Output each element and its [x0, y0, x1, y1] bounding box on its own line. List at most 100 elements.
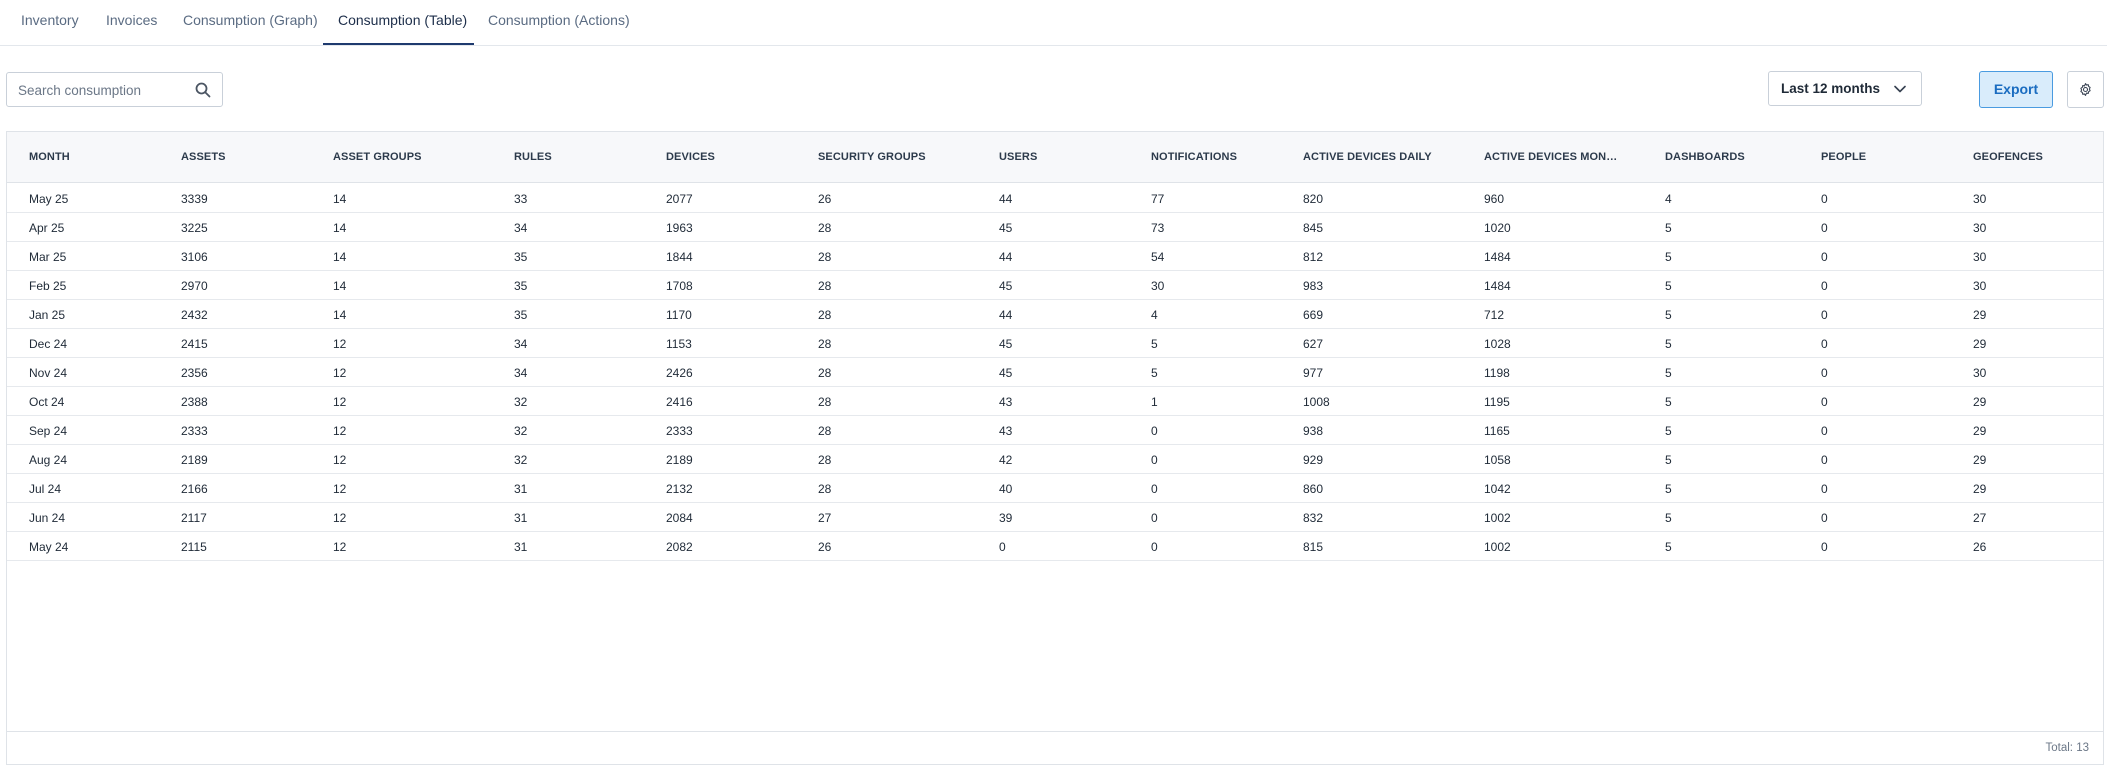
cell-assets: 2415 — [181, 337, 208, 351]
cell-rules: 35 — [514, 250, 528, 264]
active-tab-indicator — [323, 43, 474, 45]
cell-active-devices-monthly: 1198 — [1484, 366, 1510, 380]
cell-active-devices-daily: 983 — [1303, 279, 1324, 293]
column-header-security-groups[interactable]: SECURITY GROUPS — [818, 151, 978, 163]
cell-security-groups: 26 — [818, 540, 832, 554]
search-icon[interactable] — [194, 81, 212, 99]
column-header-people[interactable]: PEOPLE — [1821, 151, 1951, 163]
table-settings-button[interactable] — [2067, 71, 2104, 108]
cell-month: May 24 — [29, 540, 69, 554]
cell-assets: 3225 — [181, 221, 208, 235]
column-header-assets[interactable]: ASSETS — [181, 151, 311, 163]
cell-asset-groups: 12 — [333, 366, 347, 380]
cell-rules: 31 — [514, 482, 528, 496]
cell-month: Sep 24 — [29, 424, 68, 438]
cell-devices: 1153 — [666, 337, 692, 351]
cell-people: 0 — [1821, 511, 1828, 525]
cell-assets: 2189 — [181, 453, 208, 467]
period-select[interactable]: Last 12 months — [1768, 71, 1922, 106]
cell-assets: 3339 — [181, 192, 208, 206]
cell-devices: 2416 — [666, 395, 693, 409]
tab-consumption-graph[interactable]: Consumption (Graph) — [183, 12, 318, 28]
cell-devices: 1844 — [666, 250, 693, 264]
table-row[interactable]: May 25 3339 14 33 2077 26 44 77 820 960 4 0 30 — [7, 184, 2103, 213]
cell-dashboards: 5 — [1665, 424, 1672, 438]
cell-people: 0 — [1821, 192, 1828, 206]
cell-people: 0 — [1821, 308, 1828, 322]
column-header-active-devices-monthly[interactable]: ACTIVE DEVICES MON… — [1484, 151, 1654, 163]
table-row[interactable]: Apr 25 3225 14 34 1963 28 45 73 845 1020 5 0 30 — [7, 213, 2103, 242]
cell-active-devices-daily: 627 — [1303, 337, 1324, 351]
cell-active-devices-monthly: 1058 — [1484, 453, 1511, 467]
cell-rules: 35 — [514, 308, 528, 322]
cell-geofences: 26 — [1973, 540, 1987, 554]
cell-devices: 1170 — [666, 308, 692, 322]
cell-notifications: 30 — [1151, 279, 1165, 293]
cell-dashboards: 5 — [1665, 395, 1672, 409]
table-row[interactable]: Feb 25 2970 14 35 1708 28 45 30 983 1484 5 0 30 — [7, 271, 2103, 300]
cell-dashboards: 5 — [1665, 308, 1672, 322]
cell-security-groups: 28 — [818, 453, 832, 467]
cell-dashboards: 5 — [1665, 453, 1672, 467]
column-header-dashboards[interactable]: DASHBOARDS — [1665, 151, 1805, 163]
cell-month: Jan 25 — [29, 308, 66, 322]
table-body: May 25 3339 14 33 2077 26 44 77 820 960 4 0 30 Apr 25… — [7, 184, 2103, 561]
cell-people: 0 — [1821, 337, 1828, 351]
table-row[interactable]: Dec 24 2415 12 34 1153 28 45 5 627 1028 5 0 29 — [7, 329, 2103, 358]
tab-consumption-table[interactable]: Consumption (Table) — [338, 12, 467, 28]
column-header-month[interactable]: MONTH — [29, 151, 159, 163]
cell-geofences: 30 — [1973, 192, 1987, 206]
column-header-geofences[interactable]: GEOFENCES — [1973, 151, 2093, 163]
table-row[interactable]: Jul 24 2166 12 31 2132 28 40 0 860 1042 5 0 29 — [7, 474, 2103, 503]
tab-inventory[interactable]: Inventory — [21, 12, 79, 28]
cell-asset-groups: 14 — [333, 192, 347, 206]
cell-rules: 31 — [514, 540, 528, 554]
cell-notifications: 5 — [1151, 337, 1158, 351]
cell-notifications: 54 — [1151, 250, 1165, 264]
table-row[interactable]: Jun 24 2117 12 31 2084 27 39 0 832 1002 5 0 27 — [7, 503, 2103, 532]
column-header-devices[interactable]: DEVICES — [666, 151, 796, 163]
cell-month: May 25 — [29, 192, 69, 206]
cell-month: Feb 25 — [29, 279, 67, 293]
cell-asset-groups: 14 — [333, 250, 347, 264]
cell-notifications: 4 — [1151, 308, 1158, 322]
tab-consumption-actions[interactable]: Consumption (Actions) — [488, 12, 630, 28]
cell-users: 44 — [999, 250, 1013, 264]
table-row[interactable]: May 24 2115 12 31 2082 26 0 0 815 1002 5 0 26 — [7, 532, 2103, 561]
table-row[interactable]: Nov 24 2356 12 34 2426 28 45 5 977 1198 5 0 30 — [7, 358, 2103, 387]
column-header-active-devices-daily[interactable]: ACTIVE DEVICES DAILY — [1303, 151, 1473, 163]
cell-dashboards: 5 — [1665, 221, 1672, 235]
cell-security-groups: 28 — [818, 279, 832, 293]
tab-invoices[interactable]: Invoices — [106, 12, 157, 28]
cell-active-devices-daily: 812 — [1303, 250, 1324, 264]
column-header-rules[interactable]: RULES — [514, 151, 644, 163]
column-header-users[interactable]: USERS — [999, 151, 1129, 163]
search-input[interactable] — [18, 81, 188, 99]
table-row[interactable]: Sep 24 2333 12 32 2333 28 43 0 938 1165 5 0 29 — [7, 416, 2103, 445]
table-row[interactable]: Jan 25 2432 14 35 1170 28 44 4 669 712 5 0 29 — [7, 300, 2103, 329]
cell-rules: 32 — [514, 424, 528, 438]
column-header-notifications[interactable]: NOTIFICATIONS — [1151, 151, 1291, 163]
column-header-asset-groups[interactable]: ASSET GROUPS — [333, 151, 493, 163]
table-row[interactable]: Aug 24 2189 12 32 2189 28 42 0 929 1058 5 0 29 — [7, 445, 2103, 474]
cell-users: 0 — [999, 540, 1006, 554]
period-select-value: Last 12 months — [1781, 81, 1881, 96]
search-box — [6, 72, 223, 107]
cell-users: 45 — [999, 221, 1013, 235]
gear-icon — [2080, 83, 2091, 96]
cell-active-devices-daily: 815 — [1303, 540, 1324, 554]
table-row[interactable]: Mar 25 3106 14 35 1844 28 44 54 812 1484 5 0 30 — [7, 242, 2103, 271]
cell-devices: 2132 — [666, 482, 693, 496]
cell-devices: 2426 — [666, 366, 693, 380]
cell-month: Aug 24 — [29, 453, 68, 467]
cell-active-devices-daily: 669 — [1303, 308, 1324, 322]
cell-geofences: 29 — [1973, 308, 1987, 322]
cell-dashboards: 5 — [1665, 540, 1672, 554]
export-button[interactable]: Export — [1979, 71, 2053, 108]
cell-dashboards: 5 — [1665, 511, 1672, 525]
cell-notifications: 0 — [1151, 540, 1158, 554]
cell-rules: 32 — [514, 453, 528, 467]
cell-month: Nov 24 — [29, 366, 68, 380]
cell-users: 44 — [999, 192, 1013, 206]
table-row[interactable]: Oct 24 2388 12 32 2416 28 43 1 1008 1195 5 0 29 — [7, 387, 2103, 416]
